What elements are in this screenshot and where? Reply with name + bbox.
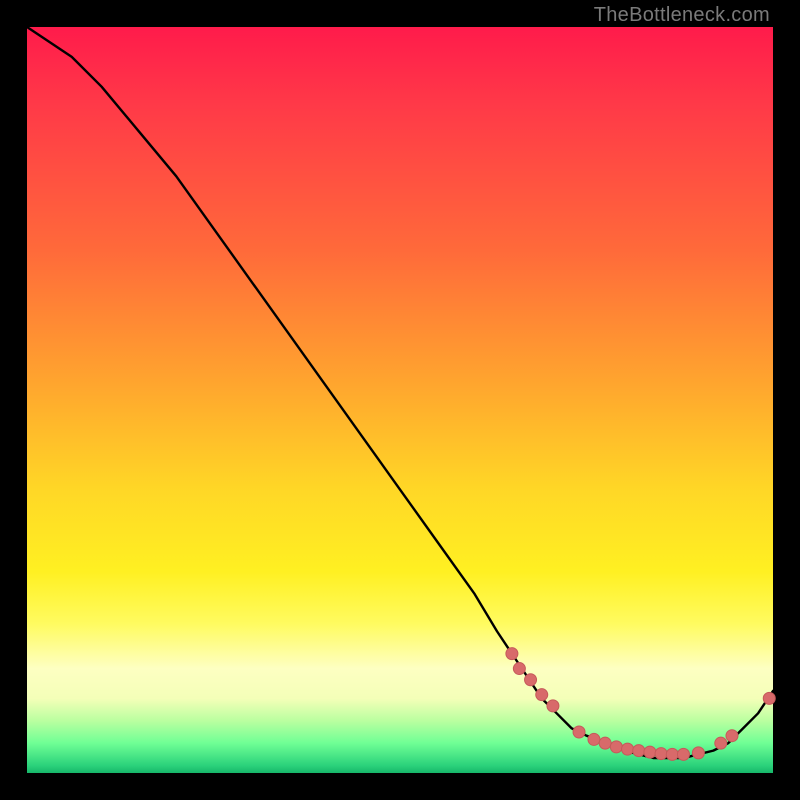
marker-point <box>633 745 645 757</box>
marker-point <box>573 726 585 738</box>
marker-point <box>763 692 775 704</box>
marker-point <box>666 748 678 760</box>
marker-point <box>536 689 548 701</box>
marker-point <box>655 748 667 760</box>
marker-point <box>506 648 518 660</box>
marker-point <box>726 730 738 742</box>
marker-point <box>525 674 537 686</box>
chart-frame: TheBottleneck.com <box>0 0 800 800</box>
chart-svg <box>27 27 773 773</box>
marker-point <box>513 663 525 675</box>
watermark-text: TheBottleneck.com <box>594 4 770 27</box>
marker-point <box>644 746 656 758</box>
marker-point <box>677 748 689 760</box>
marker-point <box>715 737 727 749</box>
marker-point <box>622 743 634 755</box>
marker-point <box>547 700 559 712</box>
marker-point <box>610 741 622 753</box>
marker-point <box>599 737 611 749</box>
bottleneck-curve <box>27 27 773 758</box>
marker-point <box>692 747 704 759</box>
plot-area <box>27 27 773 773</box>
marker-point <box>588 733 600 745</box>
